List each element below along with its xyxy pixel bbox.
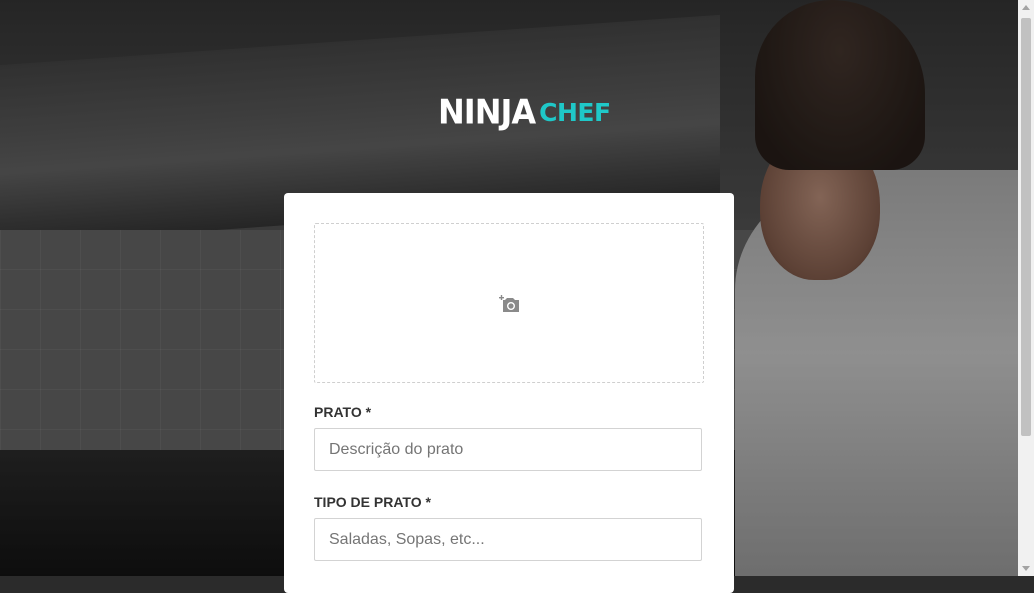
scrollbar-thumb[interactable] [1021, 18, 1031, 436]
tipo-de-prato-label: TIPO DE PRATO * [314, 494, 431, 510]
tipo-de-prato-input[interactable] [314, 518, 702, 561]
logo-word-ninja: NINJA [438, 92, 536, 132]
ninjachef-logo: NINJA CHEF [438, 88, 611, 136]
logo-word-chef: CHEF [539, 97, 611, 127]
add-photo-icon [499, 295, 519, 312]
photo-upload-area[interactable] [314, 223, 704, 383]
vertical-scrollbar[interactable] [1018, 0, 1034, 576]
dish-form-card: PRATO * TIPO DE PRATO * [284, 193, 734, 593]
scroll-down-arrow-icon[interactable] [1022, 566, 1030, 571]
scroll-up-arrow-icon[interactable] [1022, 5, 1030, 10]
prato-label: PRATO * [314, 404, 372, 420]
prato-input[interactable] [314, 428, 702, 471]
